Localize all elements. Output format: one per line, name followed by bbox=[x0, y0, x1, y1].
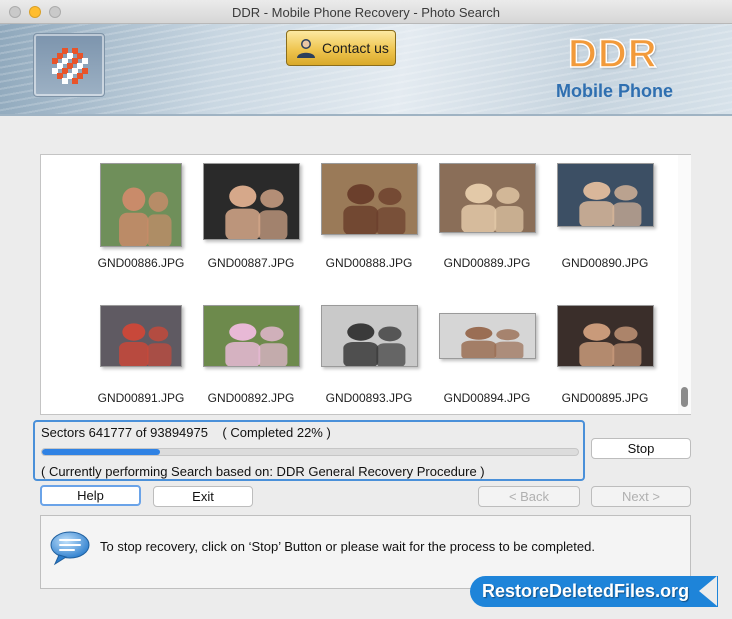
contact-us-label: Contact us bbox=[322, 40, 389, 56]
photo-image bbox=[557, 164, 653, 226]
help-button[interactable]: Help bbox=[40, 485, 141, 506]
contact-us-button[interactable]: Contact us bbox=[286, 30, 396, 66]
photo-filename: GND00887.JPG bbox=[207, 256, 295, 270]
photo-thumbnail[interactable] bbox=[556, 305, 654, 367]
back-button[interactable]: < Back bbox=[478, 486, 580, 507]
info-message: To stop recovery, click on ‘Stop’ Button… bbox=[100, 539, 595, 554]
app-logo bbox=[33, 33, 105, 97]
photo-thumbnail[interactable] bbox=[438, 313, 536, 359]
progress-panel: Sectors 641777 of 93894975 ( Completed 2… bbox=[33, 420, 585, 481]
brand-title: DDR bbox=[567, 31, 658, 77]
watermark-tail bbox=[699, 576, 717, 606]
exit-button[interactable]: Exit bbox=[153, 486, 253, 507]
header-banner: Contact us DDR Mobile Phone bbox=[0, 24, 732, 116]
procedure-status: ( Currently performing Search based on: … bbox=[41, 464, 485, 479]
photo-thumbnail[interactable] bbox=[100, 305, 182, 367]
photo-image bbox=[101, 306, 181, 366]
title-bar: DDR - Mobile Phone Recovery - Photo Sear… bbox=[0, 0, 732, 24]
brand-subtitle: Mobile Phone bbox=[556, 81, 673, 101]
person-icon bbox=[297, 39, 315, 58]
photo-image bbox=[321, 306, 417, 366]
photo-image bbox=[203, 306, 299, 366]
photo-filename: GND00888.JPG bbox=[325, 256, 413, 270]
photo-filename: GND00889.JPG bbox=[443, 256, 531, 270]
photo-image bbox=[101, 164, 181, 246]
photo-thumbnail[interactable] bbox=[438, 163, 536, 233]
watermark-banner: RestoreDeletedFiles.org bbox=[470, 576, 718, 607]
photo-image bbox=[439, 164, 535, 232]
stop-button[interactable]: Stop bbox=[591, 438, 691, 459]
checkered-logo-icon bbox=[52, 48, 88, 84]
photo-filename: GND00893.JPG bbox=[325, 391, 413, 405]
photo-image bbox=[439, 314, 535, 358]
photo-filename: GND00886.JPG bbox=[97, 256, 185, 270]
photo-filename: GND00890.JPG bbox=[561, 256, 649, 270]
photo-thumbnail[interactable] bbox=[320, 305, 418, 367]
next-button[interactable]: Next > bbox=[591, 486, 691, 507]
photo-thumbnail[interactable] bbox=[202, 305, 300, 367]
photo-thumbnail[interactable] bbox=[100, 163, 182, 247]
photo-thumbnail[interactable] bbox=[202, 163, 300, 240]
photo-filename: GND00891.JPG bbox=[97, 391, 185, 405]
progress-bar bbox=[41, 448, 579, 456]
photo-image bbox=[203, 164, 299, 239]
gallery-scrollbar[interactable] bbox=[678, 155, 691, 414]
window-title: DDR - Mobile Phone Recovery - Photo Sear… bbox=[231, 5, 501, 20]
photo-image bbox=[321, 164, 417, 234]
scrollbar-thumb[interactable] bbox=[681, 387, 688, 407]
progress-bar-fill bbox=[42, 449, 160, 455]
photo-filename: GND00892.JPG bbox=[207, 391, 295, 405]
photo-filename: GND00895.JPG bbox=[561, 391, 649, 405]
photo-filename: GND00894.JPG bbox=[443, 391, 531, 405]
sectors-status: Sectors 641777 of 93894975 ( Completed 2… bbox=[41, 425, 331, 440]
photo-thumbnail[interactable] bbox=[320, 163, 418, 235]
speech-bubble-icon bbox=[50, 531, 90, 566]
photo-thumbnail[interactable] bbox=[556, 163, 654, 227]
photo-gallery[interactable]: GND00886.JPG GND00887.JPG GND00888.JPG GND0… bbox=[40, 154, 691, 415]
photo-image bbox=[557, 306, 653, 366]
